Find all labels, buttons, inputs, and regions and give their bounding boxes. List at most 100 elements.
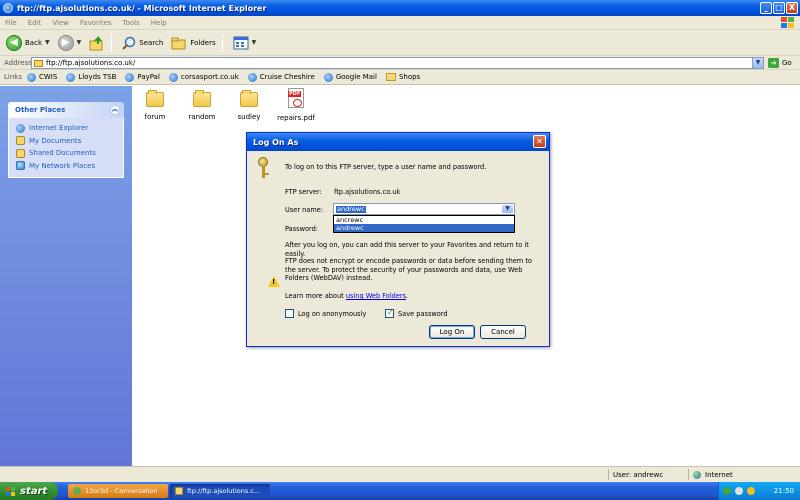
dropdown-option-selected[interactable]: andrewc xyxy=(334,224,514,232)
link-paypal[interactable]: PayPal xyxy=(125,72,160,82)
link-cwis[interactable]: CWIS xyxy=(26,72,57,82)
menu-help[interactable]: Help xyxy=(151,19,167,27)
ftp-server-label: FTP server: xyxy=(285,188,322,196)
minimize-button[interactable]: _ xyxy=(760,2,772,14)
warning-text: FTP does not encrypt or encode passwords… xyxy=(285,257,532,283)
chevron-down-icon[interactable]: ▼ xyxy=(77,39,82,46)
web-folders-link[interactable]: using Web Folders xyxy=(346,292,406,300)
file-item-repairs-pdf[interactable]: repairs.pdf xyxy=(273,88,319,122)
menu-tools[interactable]: Tools xyxy=(123,19,140,27)
forward-button[interactable]: ▶ ▼ xyxy=(56,33,84,53)
file-name: random xyxy=(188,113,216,121)
password-label: Password: xyxy=(285,225,319,233)
file-name: forum xyxy=(144,113,166,121)
link-corsasport[interactable]: corsasport.co.uk xyxy=(168,72,239,82)
start-label: start xyxy=(20,485,48,497)
search-label: Search xyxy=(139,38,164,47)
sidebar-item-my-documents[interactable]: My Documents xyxy=(16,135,123,148)
close-button[interactable]: X xyxy=(786,2,798,14)
file-name: sudley xyxy=(237,113,261,121)
up-button[interactable] xyxy=(87,33,107,53)
folders-icon xyxy=(171,37,186,49)
menu-edit[interactable]: Edit xyxy=(28,19,42,27)
link-label: Cruise Cheshire xyxy=(259,73,315,81)
menu-file[interactable]: File xyxy=(5,19,17,27)
back-label: Back xyxy=(25,38,42,47)
views-icon xyxy=(233,36,249,49)
maximize-button[interactable]: □ xyxy=(773,2,785,14)
link-cruise-cheshire[interactable]: Cruise Cheshire xyxy=(247,72,315,82)
folders-button[interactable]: Folders xyxy=(169,33,217,53)
username-value[interactable]: andrewc xyxy=(336,206,366,213)
save-password-checkbox[interactable] xyxy=(385,308,394,318)
address-value[interactable]: ftp://ftp.ajsolutions.co.uk/ xyxy=(46,59,135,67)
learn-more-prefix: Learn more about xyxy=(285,292,344,300)
windows-logo-icon xyxy=(6,486,16,496)
after-logon-text: After you log on, you can add this serve… xyxy=(285,241,529,258)
log-on-dialog: Log On As ✕ To log on to this FTP server… xyxy=(246,132,550,347)
chevron-down-icon[interactable]: ▼ xyxy=(252,39,257,46)
dropdown-option[interactable]: ancrewc xyxy=(334,216,514,224)
address-input[interactable]: ftp://ftp.ajsolutions.co.uk/ ▼ xyxy=(31,57,764,69)
back-button[interactable]: ◀ Back ▼ xyxy=(4,33,52,53)
taskbar-item-ftp-window[interactable]: ftp://ftp.ajsolutions.c... xyxy=(170,484,270,498)
folder-icon xyxy=(16,148,25,158)
warning-icon: ! xyxy=(268,276,280,287)
learn-more-suffix: . xyxy=(406,292,409,300)
link-label: Lloyds TSB xyxy=(78,73,117,81)
link-label: PayPal xyxy=(137,73,160,81)
status-user-text: User: andrewc xyxy=(613,470,664,479)
status-zone: Internet xyxy=(688,469,800,480)
menu-view[interactable]: View xyxy=(52,19,69,27)
sidebar-item-my-network-places[interactable]: My Network Places xyxy=(16,160,123,173)
link-lloyds-tsb[interactable]: Lloyds TSB xyxy=(66,72,117,82)
go-button[interactable]: ➜ Go xyxy=(768,58,792,68)
back-arrow-icon: ◀ xyxy=(6,34,22,51)
window-title-bar: ftp://ftp.ajsolutions.co.uk/ - Microsoft… xyxy=(0,0,800,16)
volume-icon[interactable] xyxy=(735,487,743,495)
ie-page-icon xyxy=(26,72,36,82)
save-password-label: Save password xyxy=(398,310,448,318)
file-item-forum[interactable]: forum xyxy=(132,90,178,121)
ftp-server-value: ftp.ajsolutions.co.uk xyxy=(334,188,401,196)
ftp-folder-icon xyxy=(34,59,43,67)
other-places-title: Other Places xyxy=(15,106,66,114)
cancel-button[interactable]: Cancel xyxy=(480,325,526,339)
dialog-close-button[interactable]: ✕ xyxy=(533,135,546,148)
views-button[interactable]: ▼ xyxy=(231,33,259,53)
dialog-body: To log on to this FTP server, type a use… xyxy=(247,151,549,347)
ie-page-icon xyxy=(66,72,76,82)
other-places-header[interactable]: Other Places ︽ xyxy=(8,102,124,118)
status-bar: User: andrewc Internet xyxy=(0,466,800,482)
username-dropdown-list: ancrewc andrewc xyxy=(333,215,515,233)
sidebar-item-internet-explorer[interactable]: Internet Explorer xyxy=(16,122,123,135)
link-google-mail[interactable]: Google Mail xyxy=(323,72,377,82)
folder-window-icon xyxy=(3,3,13,13)
network-tray-icon[interactable] xyxy=(723,487,731,495)
username-dropdown-button[interactable]: ▼ xyxy=(502,205,513,213)
username-combobox[interactable]: andrewc ▼ xyxy=(333,203,515,215)
taskbar-item-conversation[interactable]: 13or3d - Conversation xyxy=(68,484,168,498)
start-button[interactable]: start xyxy=(0,482,58,500)
collapse-chevron-icon[interactable]: ︽ xyxy=(110,105,120,115)
link-shops[interactable]: Shops xyxy=(385,73,420,81)
ie-page-icon xyxy=(168,72,178,82)
go-label: Go xyxy=(782,59,792,67)
sidebar-item-shared-documents[interactable]: Shared Documents xyxy=(16,147,123,160)
task-label: ftp://ftp.ajsolutions.c... xyxy=(187,487,261,495)
menu-bar: File Edit View Favorites Tools Help xyxy=(0,16,800,30)
address-dropdown-button[interactable]: ▼ xyxy=(752,58,763,68)
go-arrow-icon: ➜ xyxy=(768,58,779,68)
folder-icon xyxy=(240,90,258,107)
chevron-down-icon[interactable]: ▼ xyxy=(45,39,50,46)
file-item-sudley[interactable]: sudley xyxy=(226,90,272,121)
log-on-button[interactable]: Log On xyxy=(429,325,475,339)
taskbar: start 13or3d - Conversation ftp://ftp.aj… xyxy=(0,482,800,500)
file-item-random[interactable]: random xyxy=(179,90,225,121)
search-icon xyxy=(122,36,136,50)
link-label: Google Mail xyxy=(335,73,377,81)
search-button[interactable]: Search xyxy=(120,33,165,53)
menu-favorites[interactable]: Favorites xyxy=(80,19,112,27)
security-shield-icon[interactable] xyxy=(747,487,755,495)
anonymous-checkbox[interactable] xyxy=(285,309,294,318)
